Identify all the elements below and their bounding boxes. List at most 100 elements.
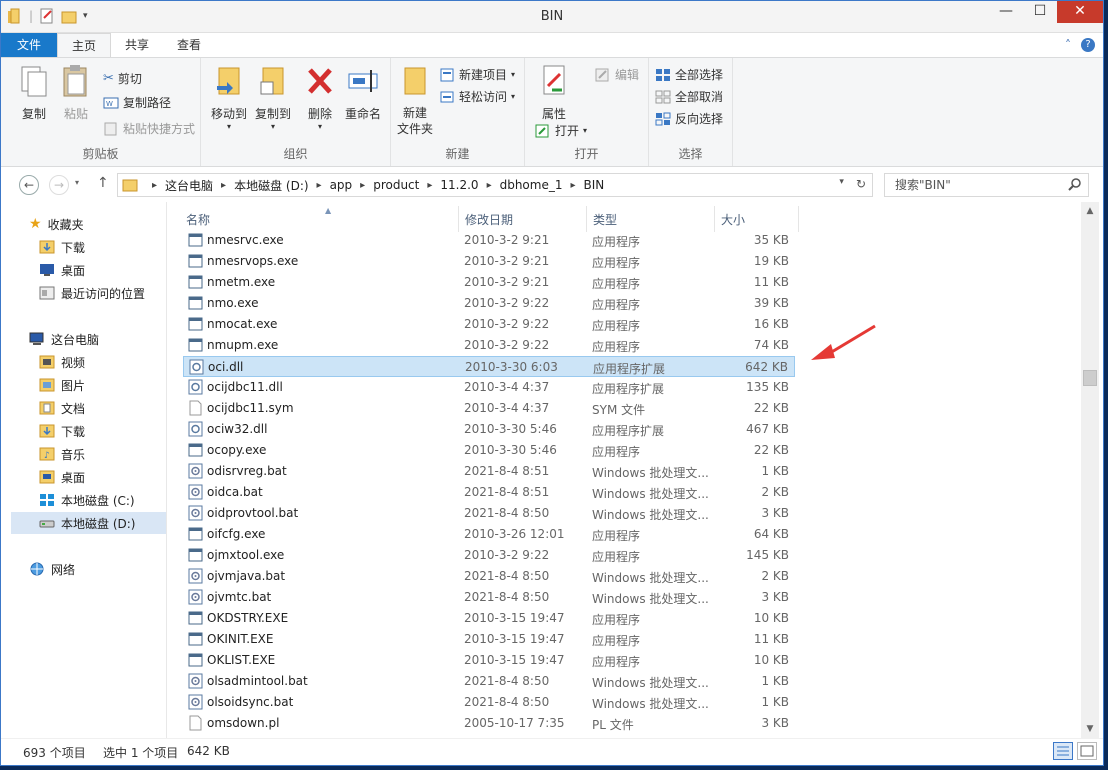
scroll-up-icon[interactable]: ▲ <box>1081 202 1099 220</box>
breadcrumb-item[interactable]: 本地磁盘 (D:) <box>234 177 308 194</box>
breadcrumb-item[interactable]: product <box>373 178 419 192</box>
address-bar[interactable]: ▸ 这台电脑 ▸ 本地磁盘 (D:) ▸ app ▸ product ▸ 11.… <box>117 173 873 197</box>
paste-shortcut-button[interactable]: 粘贴快捷方式 <box>103 120 195 137</box>
file-row[interactable]: OKDSTRY.EXE 2010-3-15 19:47 应用程序 10 KB <box>183 608 795 629</box>
file-row[interactable]: ocopy.exe 2010-3-30 5:46 应用程序 22 KB <box>183 440 795 461</box>
file-row[interactable]: OKINIT.EXE 2010-3-15 19:47 应用程序 11 KB <box>183 629 795 650</box>
file-row[interactable]: oidprovtool.bat 2021-8-4 8:50 Windows 批处理文… <box>183 503 795 524</box>
file-row[interactable]: ocijdbc11.dll 2010-3-4 4:37 应用程序扩展 135 KB <box>183 377 795 398</box>
nav-item-recent[interactable]: 最近访问的位置 <box>39 282 145 304</box>
back-button[interactable]: ← <box>19 175 39 195</box>
file-row[interactable]: odisrvreg.bat 2021-8-4 8:51 Windows 批处理文..… <box>183 461 795 482</box>
nav-item-drive-d[interactable]: 本地磁盘 (D:) <box>11 512 166 534</box>
chevron-right-icon[interactable]: ▸ <box>221 180 226 191</box>
scrollbar-thumb[interactable] <box>1083 370 1097 386</box>
move-to-button[interactable]: 移动到 ▾ <box>207 64 251 131</box>
chevron-right-icon[interactable]: ▸ <box>317 180 322 191</box>
cut-button[interactable]: ✂ 剪切 <box>103 70 142 87</box>
nav-item-drive-c[interactable]: 本地磁盘 (C:) <box>39 489 135 511</box>
collapse-ribbon-icon[interactable]: ˄ <box>1065 38 1071 52</box>
open-button[interactable]: 打开 ▾ <box>535 122 587 139</box>
tab-view[interactable]: 查看 <box>163 33 215 57</box>
refresh-icon[interactable]: ↻ <box>856 177 866 191</box>
breadcrumb-item[interactable]: app <box>330 178 353 192</box>
easy-access-button[interactable]: 轻松访问 ▾ <box>439 88 515 105</box>
file-row[interactable]: ojvmtc.bat 2021-8-4 8:50 Windows 批处理文... 3 … <box>183 587 795 608</box>
nav-item-music[interactable]: ♪ 音乐 <box>39 443 85 465</box>
nav-item-desktop[interactable]: 桌面 <box>39 259 85 281</box>
close-button[interactable]: ✕ <box>1057 1 1103 23</box>
new-folder-button[interactable]: 新建 文件夹 <box>395 64 435 137</box>
up-button[interactable]: ↑ <box>97 175 109 191</box>
select-none-button[interactable]: 全部取消 <box>655 88 723 105</box>
chevron-right-icon[interactable]: ▸ <box>570 180 575 191</box>
breadcrumb-item[interactable]: dbhome_1 <box>500 178 563 192</box>
nav-item-videos[interactable]: 视频 <box>39 351 85 373</box>
rename-button[interactable]: 重命名 <box>341 64 385 122</box>
tab-file[interactable]: 文件 <box>1 33 58 57</box>
large-icons-view-button[interactable] <box>1077 742 1097 760</box>
file-row[interactable]: ociw32.dll 2010-3-30 5:46 应用程序扩展 467 KB <box>183 419 795 440</box>
details-view-button[interactable] <box>1053 742 1073 760</box>
delete-button[interactable]: 删除 ▾ <box>299 64 341 131</box>
file-row[interactable]: nmesrvops.exe 2010-3-2 9:21 应用程序 19 KB <box>183 251 795 272</box>
select-all-button[interactable]: 全部选择 <box>655 66 723 83</box>
chevron-right-icon[interactable]: ▸ <box>487 180 492 191</box>
breadcrumb-item[interactable]: 11.2.0 <box>440 178 478 192</box>
nav-item-pictures[interactable]: 图片 <box>39 374 85 396</box>
file-row[interactable]: nmupm.exe 2010-3-2 9:22 应用程序 74 KB <box>183 335 795 356</box>
file-row[interactable]: nmo.exe 2010-3-2 9:22 应用程序 39 KB <box>183 293 795 314</box>
paste-button[interactable]: 粘贴 <box>55 64 97 122</box>
ribbon-tabs: 文件 主页 共享 查看 ˄ ? <box>1 33 1103 57</box>
chevron-down-icon[interactable]: ▾ <box>839 177 844 191</box>
file-row[interactable]: ojmxtool.exe 2010-3-2 9:22 应用程序 145 KB <box>183 545 795 566</box>
copy-button[interactable]: 复制 <box>13 64 55 122</box>
search-input[interactable]: 搜索"BIN" <box>884 173 1089 197</box>
copy-path-button[interactable]: W 复制路径 <box>103 94 171 111</box>
file-size: 145 KB <box>746 548 789 562</box>
nav-item-documents[interactable]: 文档 <box>39 397 85 419</box>
file-row[interactable]: oifcfg.exe 2010-3-26 12:01 应用程序 64 KB <box>183 524 795 545</box>
nav-item-desktop-pc[interactable]: 桌面 <box>39 466 85 488</box>
tab-share[interactable]: 共享 <box>111 33 163 57</box>
column-header-type[interactable]: 类型 <box>587 206 715 232</box>
chevron-right-icon[interactable]: ▸ <box>427 180 432 191</box>
file-row[interactable]: nmesrvc.exe 2010-3-2 9:21 应用程序 35 KB <box>183 230 795 251</box>
file-row[interactable]: ojvmjava.bat 2021-8-4 8:50 Windows 批处理文...… <box>183 566 795 587</box>
nav-item-downloads-pc[interactable]: 下载 <box>39 420 85 442</box>
file-row[interactable]: nmetm.exe 2010-3-2 9:21 应用程序 11 KB <box>183 272 795 293</box>
file-row[interactable]: OKLIST.EXE 2010-3-15 19:47 应用程序 10 KB <box>183 650 795 671</box>
tab-home[interactable]: 主页 <box>57 33 112 57</box>
file-row[interactable]: oidca.bat 2021-8-4 8:51 Windows 批处理文... 2 K… <box>183 482 795 503</box>
column-header-name[interactable]: 名称 ▲ <box>180 206 459 232</box>
maximize-button[interactable]: ☐ <box>1023 1 1057 23</box>
chevron-right-icon[interactable]: ▸ <box>152 180 157 191</box>
file-row[interactable]: olsadmintool.bat 2021-8-4 8:50 Windows 批处理… <box>183 671 795 692</box>
scroll-down-icon[interactable]: ▼ <box>1081 720 1099 738</box>
vertical-scrollbar[interactable]: ▲ ▼ <box>1081 202 1099 738</box>
copy-to-button[interactable]: 复制到 ▾ <box>251 64 295 131</box>
search-icon[interactable] <box>1068 178 1082 192</box>
minimize-button[interactable]: — <box>989 1 1023 23</box>
breadcrumb-item[interactable]: 这台电脑 <box>165 177 213 194</box>
edit-button[interactable]: 编辑 <box>595 66 639 83</box>
properties-button[interactable]: 属性 <box>533 64 575 122</box>
file-row[interactable]: oci.dll 2010-3-30 6:03 应用程序扩展 642 KB <box>183 356 795 377</box>
file-row[interactable]: omsdown.pl 2005-10-17 7:35 PL 文件 3 KB <box>183 713 795 734</box>
help-icon[interactable]: ? <box>1081 38 1095 52</box>
nav-item-downloads[interactable]: 下载 <box>39 236 85 258</box>
recent-locations-icon[interactable]: ▾ <box>75 178 79 187</box>
file-row[interactable]: nmocat.exe 2010-3-2 9:22 应用程序 16 KB <box>183 314 795 335</box>
forward-button[interactable]: → <box>49 175 69 195</box>
nav-this-pc[interactable]: 这台电脑 <box>29 328 99 350</box>
new-item-button[interactable]: 新建项目 ▾ <box>439 66 515 83</box>
nav-favorites[interactable]: ★ 收藏夹 <box>29 213 84 235</box>
file-row[interactable]: olsoidsync.bat 2021-8-4 8:50 Windows 批处理文.… <box>183 692 795 713</box>
nav-network[interactable]: 网络 <box>29 558 75 580</box>
column-header-date[interactable]: 修改日期 <box>459 206 587 232</box>
invert-selection-button[interactable]: 反向选择 <box>655 110 723 127</box>
file-row[interactable]: ocijdbc11.sym 2010-3-4 4:37 SYM 文件 22 KB <box>183 398 795 419</box>
column-header-size[interactable]: 大小 <box>715 206 799 232</box>
chevron-right-icon[interactable]: ▸ <box>360 180 365 191</box>
breadcrumb-item[interactable]: BIN <box>584 178 605 192</box>
